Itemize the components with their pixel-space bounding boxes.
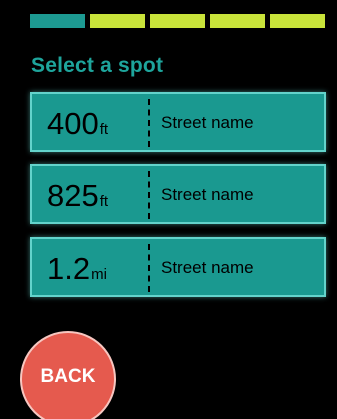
spot-option-3[interactable]: 1.2mi Street name <box>30 237 326 297</box>
spot-distance-value: 1.2 <box>47 251 91 286</box>
progress-step-3 <box>150 14 205 28</box>
spot-distance-value: 400 <box>47 106 99 141</box>
spot-divider <box>148 99 150 147</box>
spot-distance-value: 825 <box>47 178 99 213</box>
spot-distance-unit: ft <box>99 193 109 210</box>
spot-street-name: Street name <box>161 185 254 204</box>
spot-option-1[interactable]: 400ft Street name <box>30 92 326 152</box>
progress-bar <box>30 14 325 28</box>
spot-distance: 400ft <box>47 106 108 142</box>
progress-step-1 <box>30 14 85 28</box>
spot-street-name: Street name <box>161 258 254 277</box>
progress-step-5 <box>270 14 325 28</box>
screen: Select a spot 400ft Street name 825ft St… <box>0 0 337 419</box>
progress-step-4 <box>210 14 265 28</box>
spot-distance-unit: ft <box>99 121 109 138</box>
progress-step-2 <box>90 14 145 28</box>
spot-distance: 1.2mi <box>47 251 107 287</box>
back-button-label: BACK <box>40 366 96 387</box>
spot-divider <box>148 171 150 219</box>
spot-street-name: Street name <box>161 113 254 132</box>
spot-distance-unit: mi <box>91 266 107 283</box>
spot-option-2[interactable]: 825ft Street name <box>30 164 326 224</box>
back-button[interactable]: BACK <box>20 331 116 419</box>
spot-divider <box>148 244 150 292</box>
spot-distance: 825ft <box>47 178 108 214</box>
page-title: Select a spot <box>31 54 164 77</box>
